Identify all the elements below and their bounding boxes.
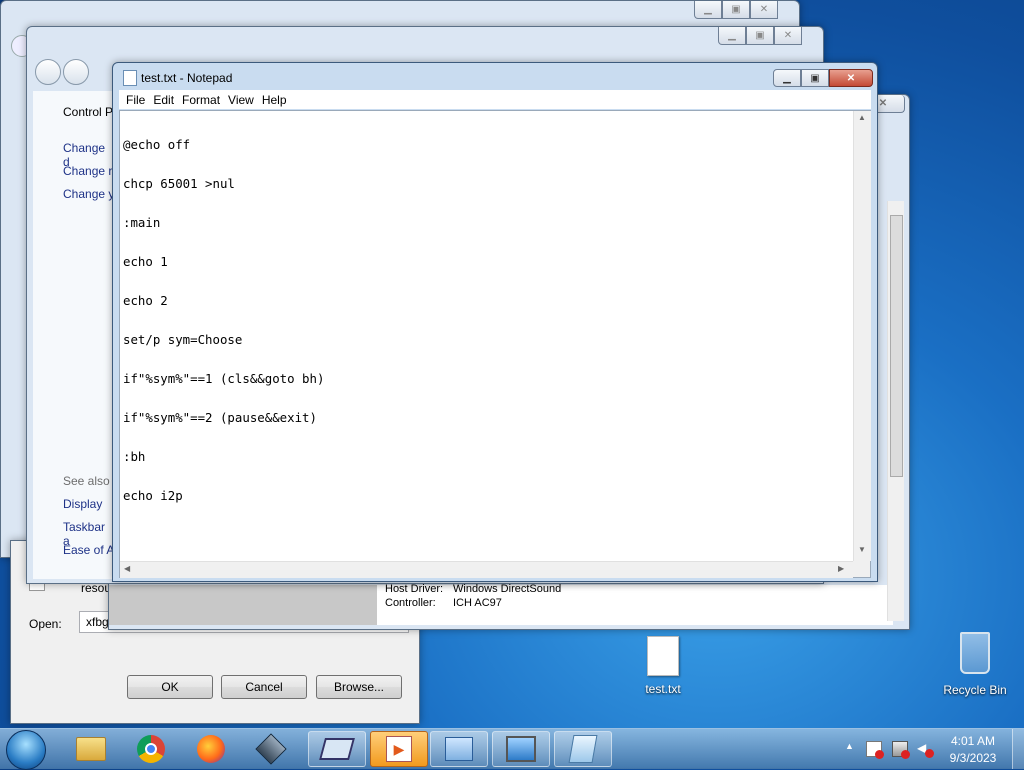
text-line: echo 2 <box>123 293 168 308</box>
background-window-caption-buttons: ▁ ▣ ✕ <box>694 1 778 19</box>
network-icon[interactable] <box>892 741 910 759</box>
sidebar-title: Control P <box>63 105 114 119</box>
show-hidden-icons-icon[interactable]: ▲ <box>845 741 854 751</box>
close-icon[interactable]: ✕ <box>774 27 802 45</box>
cancel-button[interactable]: Cancel <box>221 675 307 699</box>
scroll-left-icon[interactable]: ◀ <box>124 564 130 573</box>
notepad-menubar: File Edit Format View Help <box>119 90 871 109</box>
controller-label: Controller: <box>385 597 436 609</box>
notepad-caption-buttons: ▁ ▣ ✕ <box>773 69 873 87</box>
taskbar-firefox[interactable] <box>182 731 240 767</box>
text-line: echo i2p <box>123 488 183 503</box>
minimize-icon[interactable]: ▁ <box>718 27 746 45</box>
start-orb-icon[interactable] <box>6 730 46 770</box>
notepad-editor: @echo off chcp 65001 >nul :main echo 1 e… <box>123 112 324 528</box>
notepad-vertical-scrollbar[interactable]: ▲ ▼ <box>853 111 871 561</box>
menu-edit[interactable]: Edit <box>149 93 178 107</box>
close-icon[interactable]: ✕ <box>829 69 873 87</box>
virtualbox-icon <box>255 733 287 765</box>
taskbar-dxdiag[interactable] <box>492 731 550 767</box>
ok-button[interactable]: OK <box>127 675 213 699</box>
minimize-icon[interactable]: ▁ <box>773 69 801 87</box>
menu-format[interactable]: Format <box>178 93 224 107</box>
menu-file[interactable]: File <box>122 93 149 107</box>
desktop-recycle-bin[interactable]: Recycle Bin <box>940 630 1010 700</box>
text-line: echo 1 <box>123 254 168 269</box>
recycle-bin-icon <box>960 632 990 674</box>
chrome-icon <box>137 735 165 763</box>
menu-help[interactable]: Help <box>258 93 291 107</box>
notepad-icon <box>568 735 598 763</box>
file-label: test.txt <box>645 682 681 696</box>
minimize-icon[interactable]: ▁ <box>694 1 722 19</box>
controller-value: ICH AC97 <box>453 597 502 609</box>
notepad-app-icon <box>123 70 137 86</box>
firefox-icon <box>197 735 225 763</box>
scroll-right-icon[interactable]: ▶ <box>838 564 844 573</box>
maximize-icon[interactable]: ▣ <box>801 69 829 87</box>
taskbar-explorer[interactable] <box>62 731 120 767</box>
host-driver-label: Host Driver: <box>385 583 444 595</box>
host-driver-value: Windows DirectSound <box>453 583 562 595</box>
forward-icon[interactable] <box>63 59 89 85</box>
notepad-window: test.txt - Notepad ▁ ▣ ✕ File Edit Forma… <box>112 62 878 582</box>
scroll-up-icon[interactable]: ▲ <box>858 113 866 122</box>
run-icon <box>319 738 355 760</box>
text-line: :bh <box>123 449 146 464</box>
notepad-title: test.txt - Notepad <box>141 71 233 85</box>
sidebar-link-3[interactable]: Change y <box>63 187 114 201</box>
text-line: @echo off <box>123 137 191 152</box>
action-center-icon[interactable] <box>866 741 884 759</box>
open-label: Open: <box>29 617 62 631</box>
maximize-icon[interactable]: ▣ <box>746 27 774 45</box>
clock-date[interactable]: 9/3/2023 <box>940 751 1006 765</box>
back-icon[interactable] <box>35 59 61 85</box>
text-line: if"%sym%"==2 (pause&&exit) <box>123 410 317 425</box>
taskbar: ▶ ▲ ◀ 4:01 AM 9/3/2023 <box>0 728 1024 770</box>
close-icon[interactable]: ✕ <box>750 1 778 19</box>
see-also-display[interactable]: Display <box>63 497 102 511</box>
text-line: :main <box>123 215 161 230</box>
show-desktop-button[interactable] <box>1012 729 1024 769</box>
control-panel-caption-buttons: ▁ ▣ ✕ <box>718 27 802 45</box>
sidebar-link-2[interactable]: Change r <box>63 164 112 178</box>
media-player-icon: ▶ <box>386 736 412 762</box>
control-panel-icon <box>445 737 473 761</box>
recycle-bin-label: Recycle Bin <box>943 683 1007 697</box>
open-input-value: xfbg <box>86 615 109 629</box>
taskbar-run[interactable] <box>308 731 366 767</box>
maximize-icon[interactable]: ▣ <box>722 1 750 19</box>
control-panel-sidebar: Control P Change d Change r Change y See… <box>33 91 115 579</box>
taskbar-media-player[interactable]: ▶ <box>370 731 428 767</box>
folder-icon <box>76 737 106 761</box>
menu-view[interactable]: View <box>224 93 258 107</box>
volume-icon[interactable]: ◀ <box>917 741 934 758</box>
browse-button[interactable]: Browse... <box>316 675 402 699</box>
notepad-text-area[interactable]: @echo off chcp 65001 >nul :main echo 1 e… <box>119 110 871 578</box>
text-line: set/p sym=Choose <box>123 332 243 347</box>
dxdiag-driver-panel: Host Driver: Windows DirectSound Control… <box>377 583 893 625</box>
desktop-file-test-txt[interactable]: test.txt <box>630 634 696 698</box>
taskbar-chrome[interactable] <box>122 731 180 767</box>
dxdiag-gray-panel <box>109 585 377 625</box>
size-grip-icon[interactable] <box>853 561 870 577</box>
dxdiag-icon <box>506 736 536 762</box>
dxdiag-scrollbar[interactable] <box>887 201 904 621</box>
taskbar-control-panel[interactable] <box>430 731 488 767</box>
taskbar-virtualbox[interactable] <box>242 731 300 767</box>
taskbar-notepad[interactable] <box>554 731 612 767</box>
dxdiag-scroll-thumb[interactable] <box>890 215 903 477</box>
see-also-title: See also <box>63 474 110 488</box>
clock-time[interactable]: 4:01 AM <box>940 734 1006 748</box>
text-line: if"%sym%"==1 (cls&&goto bh) <box>123 371 325 386</box>
see-also-ease[interactable]: Ease of A <box>63 543 114 557</box>
notepad-horizontal-scrollbar[interactable]: ◀ ▶ <box>120 561 853 578</box>
text-file-icon <box>647 636 679 676</box>
scroll-down-icon[interactable]: ▼ <box>858 545 866 554</box>
text-line: chcp 65001 >nul <box>123 176 235 191</box>
